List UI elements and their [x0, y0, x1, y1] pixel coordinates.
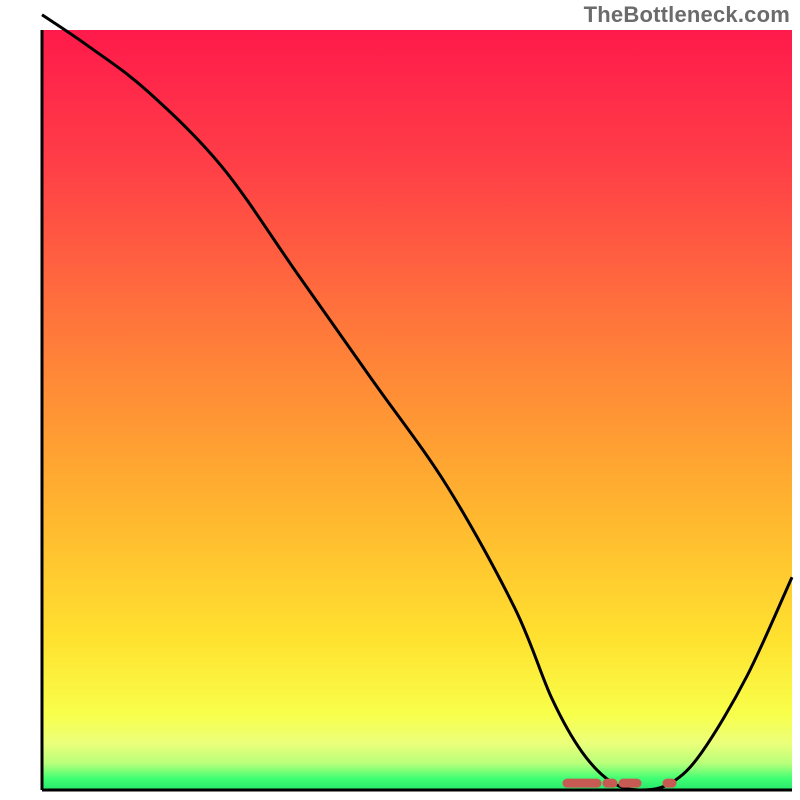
plot-area — [42, 15, 792, 790]
chart-frame: TheBottleneck.com — [0, 0, 800, 800]
heat-gradient — [42, 30, 792, 790]
bottleneck-chart — [0, 0, 800, 800]
